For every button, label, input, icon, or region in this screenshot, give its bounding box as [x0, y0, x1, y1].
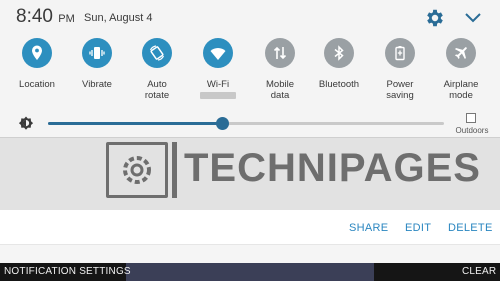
toggle-wifi-circle — [203, 38, 233, 68]
clock-time: 8:40 — [16, 6, 53, 27]
toggle-wifi[interactable]: Wi-Fi — [189, 38, 247, 106]
clock-ampm: PM — [58, 13, 75, 25]
notification-shade: 8:40 PM Sun, August 4 Location Vibrate A… — [0, 0, 500, 138]
notification-settings-button[interactable]: NOTIFICATION SETTINGS — [4, 266, 131, 277]
toggle-mobile-data[interactable]: Mobile data — [251, 38, 309, 106]
toggle-bluetooth-label: Bluetooth — [318, 79, 360, 90]
edit-button[interactable]: EDIT — [405, 222, 431, 234]
toggle-airplane-mode-circle — [446, 38, 476, 68]
outdoors-checkbox[interactable] — [466, 113, 476, 123]
toggle-power-saving[interactable]: Power saving — [371, 38, 429, 106]
vibrate-icon — [89, 47, 105, 59]
toggle-airplane-mode-label: Airplane mode — [443, 79, 479, 101]
toggle-mobile-data-circle — [265, 38, 295, 68]
clock: 8:40 PM — [16, 6, 75, 28]
gear-icon — [427, 9, 443, 27]
delete-button[interactable]: DELETE — [448, 222, 493, 234]
brightness-row: Outdoors — [0, 110, 500, 138]
wifi-icon — [210, 48, 226, 60]
brightness-slider-fill — [48, 122, 223, 125]
settings-button[interactable] — [424, 7, 446, 29]
toggle-wifi-text: Wi-Fi — [206, 79, 230, 90]
shade-bottom-bar: NOTIFICATION SETTINGS CLEAR — [0, 263, 500, 281]
toggle-auto-rotate-label: Auto rotate — [144, 79, 170, 101]
logo-text: TECHNIPAGES — [184, 146, 481, 190]
location-pin-icon — [32, 45, 42, 60]
technipages-logo-icon — [106, 142, 168, 198]
bluetooth-icon — [334, 45, 344, 61]
toggle-power-saving-label: Power saving — [386, 79, 414, 101]
toggle-bluetooth[interactable]: Bluetooth — [310, 38, 368, 106]
wifi-network-name-blurred — [200, 92, 236, 99]
collapse-shade-button[interactable] — [462, 9, 484, 27]
toggle-vibrate[interactable]: Vibrate — [68, 38, 126, 106]
power-saving-icon — [395, 46, 405, 61]
toggle-auto-rotate[interactable]: Auto rotate — [128, 38, 186, 106]
quick-toggles: Location Vibrate Auto rotate Wi-Fi Mobil… — [6, 38, 496, 106]
toggle-location[interactable]: Location — [8, 38, 66, 106]
brightness-icon — [18, 116, 34, 130]
background-ad-strip — [126, 263, 374, 281]
clear-button[interactable]: CLEAR — [462, 266, 496, 277]
date-label: Sun, August 4 — [84, 12, 153, 24]
brightness-slider[interactable] — [48, 117, 444, 130]
airplane-icon — [454, 47, 467, 60]
notification-list-spacer — [0, 244, 500, 263]
logo-divider — [172, 142, 177, 198]
toggle-auto-rotate-circle — [142, 38, 172, 68]
status-row: 8:40 PM Sun, August 4 — [0, 0, 500, 34]
notification-card: SHARE EDIT DELETE — [0, 210, 500, 244]
brightness-slider-thumb[interactable] — [216, 117, 230, 130]
auto-rotate-icon — [149, 45, 165, 61]
toggle-power-saving-circle — [385, 38, 415, 68]
background-webpage: TECHNIPAGES — [0, 138, 500, 210]
outdoors-label: Outdoors — [455, 126, 489, 135]
toggle-vibrate-circle — [82, 38, 112, 68]
logo-gear-icon — [123, 156, 151, 184]
toggle-location-circle — [22, 38, 52, 68]
toggle-airplane-mode[interactable]: Airplane mode — [432, 38, 490, 106]
toggle-bluetooth-circle — [324, 38, 354, 68]
toggle-wifi-label: Wi-Fi — [183, 79, 253, 99]
share-button[interactable]: SHARE — [349, 222, 388, 234]
mobile-data-icon — [273, 46, 287, 60]
chevron-down-icon — [465, 13, 481, 23]
